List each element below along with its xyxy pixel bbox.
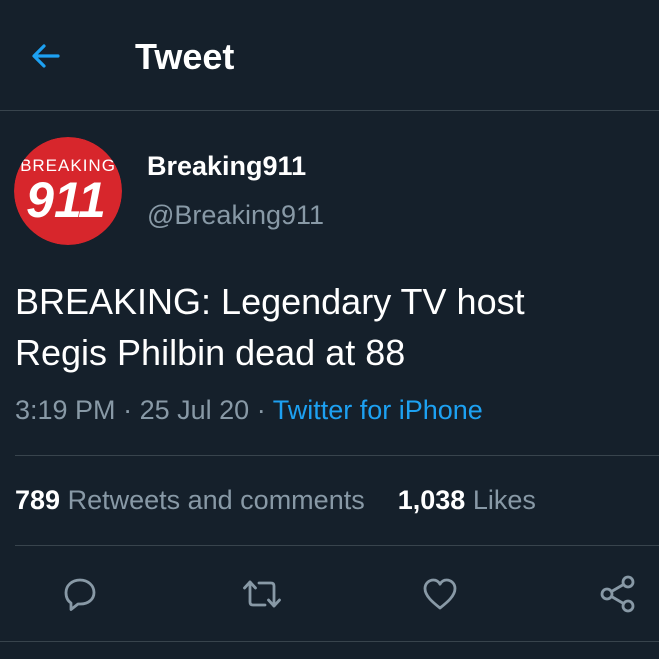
likes-label: Likes (472, 485, 536, 515)
meta-separator: · (123, 395, 133, 425)
action-bar (0, 546, 659, 642)
retweets-count: 789 (15, 485, 61, 515)
tweet-text-line-2: Regis Philbin dead at 88 (15, 332, 406, 373)
back-button[interactable] (22, 32, 70, 80)
avatar[interactable]: BREAKING 911 (14, 137, 122, 245)
share-button[interactable] (592, 568, 644, 620)
display-name[interactable]: Breaking911 (147, 150, 306, 182)
page-title: Tweet (135, 36, 235, 77)
divider (15, 455, 659, 456)
top-bar: Tweet (0, 0, 659, 111)
retweets-stat[interactable]: 789 Retweets and comments (15, 485, 372, 515)
tweet-source-link[interactable]: Twitter for iPhone (273, 395, 483, 425)
meta-separator: · (256, 395, 266, 425)
user-handle: @Breaking911 (147, 200, 325, 230)
arrow-left-icon (32, 44, 60, 68)
tweet-meta: 3:19 PM · 25 Jul 20 · Twitter for iPhone (15, 393, 483, 427)
tweet-time: 3:19 PM (15, 395, 116, 425)
tweet-text-line-1: BREAKING: Legendary TV host (15, 281, 525, 322)
retweets-label: Retweets and comments (67, 485, 365, 515)
reply-icon (64, 578, 96, 611)
retweet-button[interactable] (236, 568, 288, 620)
avatar-text-number: 911 (26, 172, 106, 228)
divider (0, 641, 659, 642)
breaking911-logo: BREAKING 911 (14, 137, 122, 245)
likes-stat[interactable]: 1,038 Likes (398, 485, 536, 515)
tweet-text: BREAKING: Legendary TV host Regis Philbi… (15, 276, 645, 378)
tweet-stats: 789 Retweets and comments 1,038 Likes (15, 483, 536, 517)
share-icon (600, 575, 635, 613)
like-button[interactable] (414, 568, 466, 620)
tweet-date: 25 Jul 20 (139, 395, 250, 425)
heart-icon (423, 578, 457, 610)
reply-button[interactable] (54, 568, 106, 620)
likes-count: 1,038 (397, 485, 466, 515)
retweet-icon (243, 580, 281, 608)
